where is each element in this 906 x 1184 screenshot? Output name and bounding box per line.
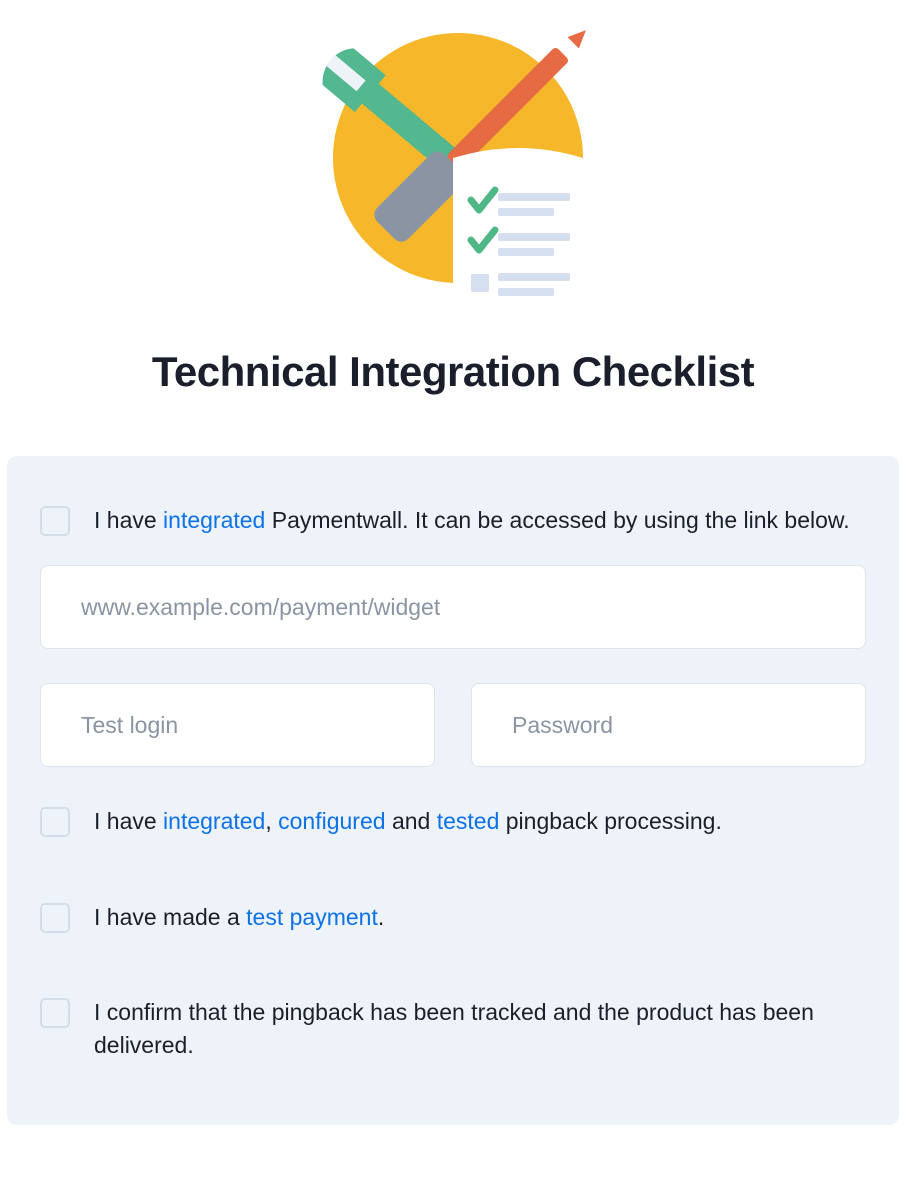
checkbox-test-payment[interactable] xyxy=(40,903,70,933)
checkbox-confirm[interactable] xyxy=(40,998,70,1028)
checklist-item-label: I have integrated, configured and tested… xyxy=(94,805,866,838)
checklist-item-integrated: I have integrated Paymentwall. It can be… xyxy=(40,504,866,537)
checklist-panel: I have integrated Paymentwall. It can be… xyxy=(7,456,899,1125)
link-configured[interactable]: configured xyxy=(278,808,385,834)
page-title: Technical Integration Checklist xyxy=(152,348,754,396)
widget-url-input[interactable] xyxy=(40,565,866,649)
link-integrated2[interactable]: integrated xyxy=(163,808,265,834)
link-test-payment[interactable]: test payment xyxy=(246,904,378,930)
checkbox-integrated[interactable] xyxy=(40,506,70,536)
checklist-item-label: I confirm that the pingback has been tra… xyxy=(94,996,866,1063)
checklist-item-confirm: I confirm that the pingback has been tra… xyxy=(40,996,866,1063)
checklist-item-label: I have integrated Paymentwall. It can be… xyxy=(94,504,866,537)
link-integrated[interactable]: integrated xyxy=(163,507,265,533)
link-tested[interactable]: tested xyxy=(437,808,500,834)
password-input[interactable] xyxy=(471,683,866,767)
checklist-item-label: I have made a test payment. xyxy=(94,901,866,934)
checklist-illustration xyxy=(303,18,603,308)
checkbox-pingback[interactable] xyxy=(40,807,70,837)
checklist-item-pingback: I have integrated, configured and tested… xyxy=(40,805,866,838)
test-login-input[interactable] xyxy=(40,683,435,767)
checklist-item-test-payment: I have made a test payment. xyxy=(40,901,866,934)
